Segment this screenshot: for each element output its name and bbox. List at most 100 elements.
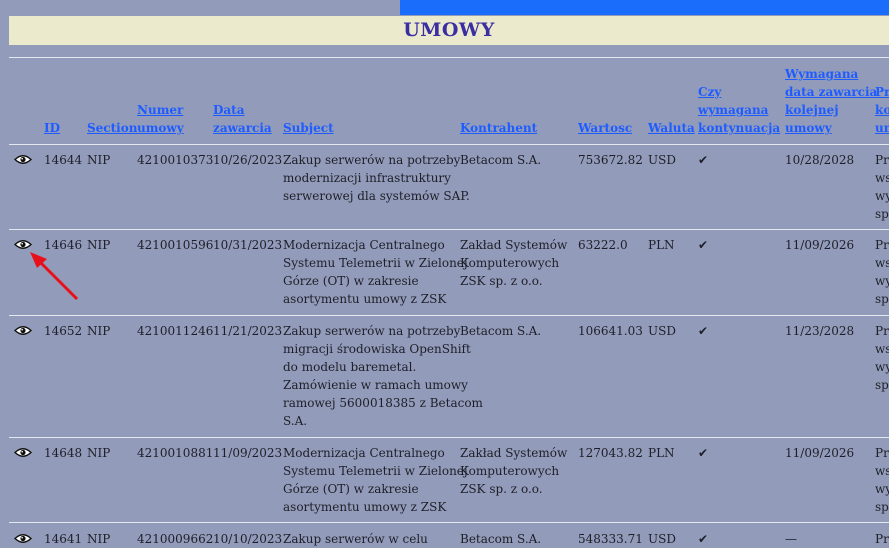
cell-section: NIP — [87, 238, 111, 252]
cell-id: 14641 — [44, 532, 83, 546]
cell-wartosc: 106641.03 — [578, 324, 643, 338]
top-accent-bar — [400, 0, 889, 15]
cell-przedmiot-line: wy — [875, 189, 889, 203]
cell-subject-line: Zakup serwerów na potrzeby — [283, 153, 461, 167]
cell-id: 14646 — [44, 238, 83, 252]
cell-przedmiot-line: spr — [875, 207, 889, 221]
cell-wymagana-data: 11/09/2026 — [785, 446, 855, 460]
cell-subject-line: migracji środowiska OpenShift — [283, 342, 471, 356]
column-header-subject[interactable]: Subject — [283, 119, 334, 137]
cell-waluta: PLN — [648, 446, 675, 460]
cell-subject-line: do modelu baremetal. — [283, 360, 417, 374]
cell-kontrahent-line: Betacom S.A. — [460, 532, 542, 546]
cell-id: 14648 — [44, 446, 83, 460]
column-header-numer-umowy[interactable]: Numer umowy — [137, 101, 184, 137]
view-eye-icon[interactable] — [14, 325, 32, 336]
view-eye-icon[interactable] — [14, 239, 32, 250]
column-header-kontynuacja[interactable]: Czy wymagana kontynuacja — [698, 83, 780, 137]
cell-section: NIP — [87, 446, 111, 460]
column-header-data-zawarcia[interactable]: Data zawarcia — [213, 101, 272, 137]
cell-kontynuacja-check: ✔ — [698, 532, 709, 546]
cell-przedmiot-line: Prz — [875, 324, 889, 338]
cell-subject-line: Zakup serwerów na potrzeby — [283, 324, 461, 338]
cell-waluta: PLN — [648, 238, 675, 252]
cell-numer-umowy: 4210010881 — [137, 446, 214, 460]
row-separator — [9, 229, 889, 230]
cell-przedmiot-line: wy — [875, 274, 889, 288]
cell-przedmiot-line: spr — [875, 292, 889, 306]
view-eye-icon[interactable] — [14, 533, 32, 544]
cell-przedmiot-line: ws — [875, 342, 889, 356]
cell-subject-line: asortymentu umowy z ZSK — [283, 500, 447, 514]
cell-numer-umowy: 4210010596 — [137, 238, 214, 252]
cell-subject-line: asortymentu umowy z ZSK — [283, 292, 447, 306]
cell-numer-umowy: 4210009662 — [137, 532, 214, 546]
cell-subject-line: modernizacji infrastruktury — [283, 171, 451, 185]
cell-przedmiot-line: spr — [875, 378, 889, 392]
view-eye-icon[interactable] — [14, 447, 32, 458]
cell-subject-line: Systemu Telemetrii w Zielonej — [283, 256, 468, 270]
cell-wartosc: 127043.82 — [578, 446, 643, 460]
cell-wymagana-data: 11/23/2028 — [785, 324, 855, 338]
cell-data-zawarcia: 11/09/2023 — [213, 446, 283, 460]
cell-subject-line: serwerowej dla systemów SAP. — [283, 189, 470, 203]
cell-section: NIP — [87, 324, 111, 338]
cell-wartosc: 63222.0 — [578, 238, 628, 252]
cell-section: NIP — [87, 153, 111, 167]
cell-przedmiot-line: Prz — [875, 532, 889, 546]
cell-subject-line: S.A. — [283, 414, 308, 428]
cell-kontrahent-line: ZSK sp. z o.o. — [460, 274, 543, 288]
cell-kontrahent-line: Betacom S.A. — [460, 324, 542, 338]
cell-wartosc: 753672.82 — [578, 153, 643, 167]
cell-numer-umowy: 4210011246 — [137, 324, 214, 338]
cell-wymagana-data: 11/09/2026 — [785, 238, 855, 252]
cell-kontrahent-line: Komputerowych — [460, 256, 560, 270]
cell-kontynuacja-check: ✔ — [698, 238, 709, 252]
cell-przedmiot-line: Prz — [875, 153, 889, 167]
cell-kontrahent-line: Betacom S.A. — [460, 153, 542, 167]
cell-kontynuacja-check: ✔ — [698, 446, 709, 460]
cell-przedmiot-line: wy — [875, 360, 889, 374]
cell-subject-line: Modernizacja Centralnego — [283, 238, 445, 252]
cell-waluta: USD — [648, 532, 676, 546]
cell-subject-line: ramowej 5600018385 z Betacom — [283, 396, 483, 410]
cell-przedmiot-line: ws — [875, 256, 889, 270]
cell-kontynuacja-check: ✔ — [698, 324, 709, 338]
cell-przedmiot-line: spr — [875, 500, 889, 514]
cell-numer-umowy: 4210010373 — [137, 153, 214, 167]
column-header-wartosc[interactable]: Wartosc — [578, 119, 632, 137]
header-top-border — [9, 57, 889, 58]
cell-wymagana-data: — — [785, 532, 797, 546]
row-separator — [9, 144, 889, 145]
column-header-przedmiot[interactable]: Przkolum — [875, 83, 889, 137]
cell-subject-line: Górze (OT) w zakresie — [283, 482, 419, 496]
cell-kontrahent-line: ZSK sp. z o.o. — [460, 482, 543, 496]
page-title: UMOWY — [9, 16, 889, 45]
row-separator — [9, 437, 889, 438]
column-header-section[interactable]: Section — [87, 119, 137, 137]
cell-data-zawarcia: 11/21/2023 — [213, 324, 283, 338]
cell-subject-line: Modernizacja Centralnego — [283, 446, 445, 460]
cell-przedmiot-line: ws — [875, 464, 889, 478]
column-header-wymagana-data[interactable]: Wymagana data zawarcia kolejnej umowy — [785, 65, 877, 137]
cell-subject-line: Zakup serwerów w celu — [283, 532, 428, 546]
cell-kontrahent-line: Zakład Systemów — [460, 238, 568, 252]
column-header-waluta[interactable]: Waluta — [648, 119, 695, 137]
cell-waluta: USD — [648, 324, 676, 338]
cell-data-zawarcia: 10/10/2023 — [213, 532, 283, 546]
cell-subject-line: Górze (OT) w zakresie — [283, 274, 419, 288]
row-separator — [9, 522, 889, 523]
cell-wartosc: 548333.71 — [578, 532, 643, 546]
cell-subject-line: Systemu Telemetrii w Zielonej — [283, 464, 468, 478]
cell-id: 14644 — [44, 153, 83, 167]
cell-subject-line: Zamówienie w ramach umowy — [283, 378, 468, 392]
column-header-id[interactable]: ID — [44, 119, 60, 137]
column-header-kontrahent[interactable]: Kontrahent — [460, 119, 537, 137]
view-eye-icon[interactable] — [14, 154, 32, 165]
cell-przedmiot-line: Prz — [875, 446, 889, 460]
cell-waluta: USD — [648, 153, 676, 167]
cell-data-zawarcia: 10/26/2023 — [213, 153, 283, 167]
cell-data-zawarcia: 10/31/2023 — [213, 238, 283, 252]
cell-kontynuacja-check: ✔ — [698, 153, 709, 167]
cell-przedmiot-line: ws — [875, 171, 889, 185]
